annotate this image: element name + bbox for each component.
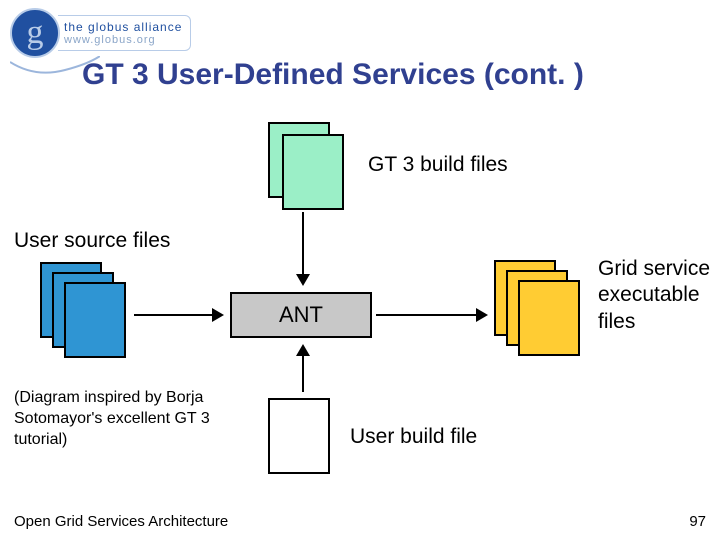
globus-logo: g the globus alliance www.globus.org	[10, 8, 199, 58]
globus-logo-letter: g	[27, 14, 44, 52]
user-source-files-label: User source files	[14, 228, 170, 254]
user-source-files-stack	[40, 262, 132, 358]
globus-logo-line2: www.globus.org	[64, 34, 182, 46]
gt3-build-files-label: GT 3 build files	[368, 152, 508, 178]
slide-title: GT 3 User-Defined Services (cont. )	[82, 58, 584, 92]
user-build-file-label: User build file	[350, 424, 477, 450]
footer-left: Open Grid Services Architecture	[14, 513, 228, 530]
ant-box: ANT	[230, 292, 372, 338]
globus-logo-line1: the globus alliance	[64, 20, 182, 34]
globus-logo-text: the globus alliance www.globus.org	[58, 15, 191, 51]
user-build-file-box	[268, 398, 330, 474]
ant-box-label: ANT	[279, 304, 323, 326]
page-number: 97	[689, 513, 706, 530]
grid-exec-files-label: Grid service executable files	[598, 256, 720, 335]
diagram-canvas: GT 3 build files User source files ANT G…	[0, 100, 720, 500]
diagram-attribution: (Diagram inspired by Borja Sotomayor's e…	[14, 388, 214, 450]
globus-logo-circle: g	[10, 8, 60, 58]
grid-exec-files-stack	[494, 260, 586, 356]
gt3-build-files-stack	[268, 122, 348, 210]
